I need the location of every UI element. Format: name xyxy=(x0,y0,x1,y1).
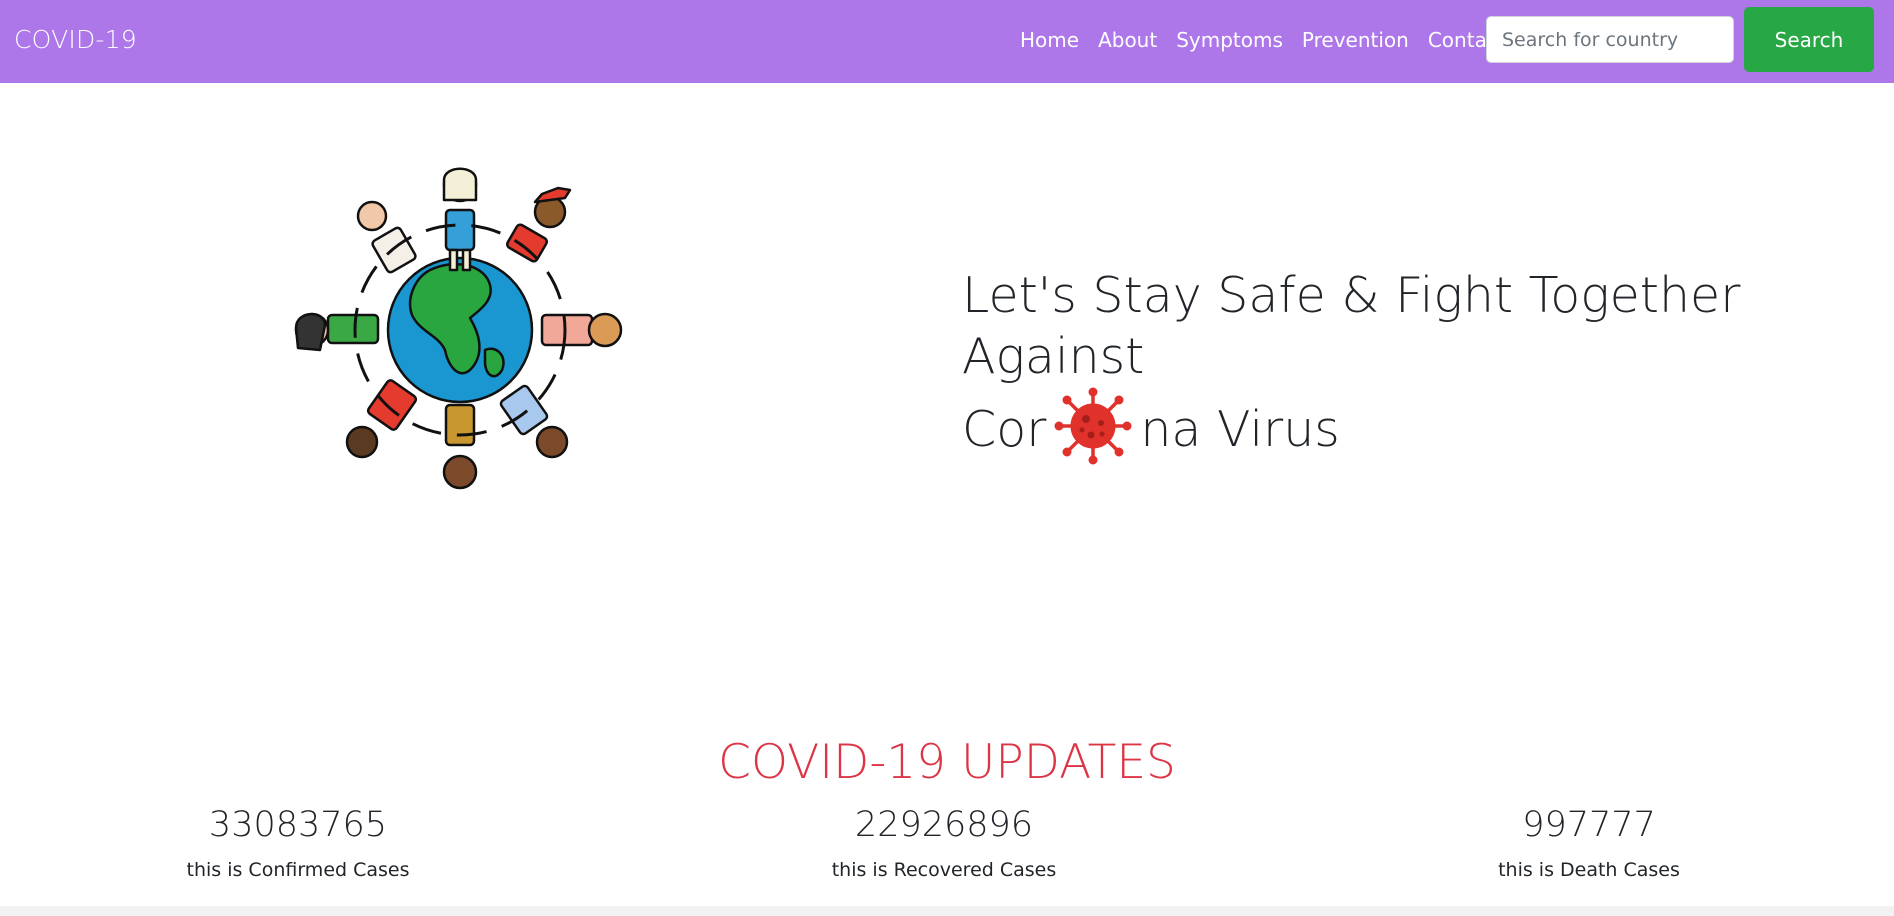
search-input[interactable] xyxy=(1486,16,1734,63)
headline-line-2-start: Cor xyxy=(962,401,1047,458)
recovered-cases-stat: 22926896 this is Recovered Cases xyxy=(734,805,1154,881)
nav-link-about[interactable]: About xyxy=(1098,28,1157,52)
death-cases-value: 997777 xyxy=(1522,805,1656,845)
navbar: COVID-19 Home About Symptoms Prevention … xyxy=(0,0,1894,83)
brand-link[interactable]: COVID-19 xyxy=(14,25,137,54)
headline-line-2-end: na Virus xyxy=(1140,401,1340,458)
nav-link-symptoms[interactable]: Symptoms xyxy=(1176,28,1283,52)
page: COVID-19 Home About Symptoms Prevention … xyxy=(0,0,1894,916)
nav-link-prevention[interactable]: Prevention xyxy=(1302,28,1409,52)
search-button[interactable]: Search xyxy=(1744,7,1874,72)
recovered-cases-value: 22926896 xyxy=(854,805,1034,845)
bottom-strip xyxy=(0,906,1894,916)
confirmed-cases-label: this is Confirmed Cases xyxy=(186,859,410,881)
death-cases-label: this is Death Cases xyxy=(1498,859,1680,881)
nav-link-home[interactable]: Home xyxy=(1020,28,1079,52)
hero-headline: Let's Stay Safe & Fight Together Against… xyxy=(962,265,1862,465)
nav-links: Home About Symptoms Prevention Contact xyxy=(1020,28,1525,52)
recovered-cases-label: this is Recovered Cases xyxy=(831,859,1057,881)
coronavirus-icon xyxy=(1054,387,1132,465)
children-around-globe-illustration xyxy=(294,167,623,490)
updates-title: COVID-19 UPDATES xyxy=(718,735,1176,790)
confirmed-cases-value: 33083765 xyxy=(208,805,388,845)
confirmed-cases-stat: 33083765 this is Confirmed Cases xyxy=(88,805,508,881)
death-cases-stat: 997777 this is Death Cases xyxy=(1379,805,1799,881)
headline-line-1: Let's Stay Safe & Fight Together Against xyxy=(962,267,1741,385)
